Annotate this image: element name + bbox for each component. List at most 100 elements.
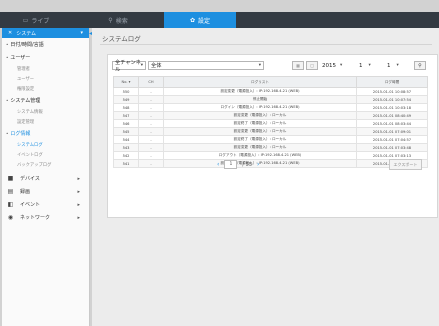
sidebar-item-event-log[interactable]: イベントログ (2, 150, 89, 160)
table-row[interactable]: 545 - 設定変更（電源投入）: ローカル 2015-01-01 07:09:… (113, 127, 428, 136)
search-icon: ⚲ (108, 16, 113, 24)
bullet-icon: • (6, 98, 9, 103)
cell-time: 2015-01-01 10:07:54 (356, 95, 428, 104)
sidebar-category-label: 録画 (20, 189, 31, 195)
camera-icon: ■ (7, 175, 14, 182)
cell-no: 542 (113, 151, 139, 160)
table-row[interactable]: 546 - 設定終了（電源投入）: ローカル 2015-01-01 08:03:… (113, 119, 428, 128)
sidebar-category-network[interactable]: ◉ ネットワーク ▸ (2, 211, 89, 224)
sidebar-category-label: イベント (20, 202, 41, 208)
sidebar-header-label: システム (16, 30, 37, 37)
cell-log: 設定変更（電源投入）: IP:192.168.4.21 (WEB) (163, 87, 357, 96)
search-icon: ⚲ (418, 62, 422, 69)
gear-icon: ✿ (189, 16, 195, 24)
page-number-input[interactable]: 1 (224, 160, 238, 169)
table-row[interactable]: 548 - ログイン（電源投入）: IP:192.168.4.21 (WEB) … (113, 103, 428, 112)
sidebar-category-label: ネットワーク (20, 215, 51, 221)
log-type-select[interactable]: 全体 ▾ (148, 61, 264, 70)
top-navigation: ▭ ライブ ⚲ 検索 ✿ 設定 (0, 12, 439, 28)
sidebar-category-event[interactable]: ◧ イベント ▸ (2, 198, 89, 211)
cell-ch: - (138, 151, 164, 160)
year-select[interactable]: 2015 ▾ (322, 61, 342, 70)
monitor-icon: ▭ (22, 16, 29, 24)
network-icon: ◉ (7, 214, 14, 221)
sidebar-section-label: 日付/時間/言語 (10, 42, 44, 48)
year-value: 2015 (322, 62, 336, 69)
wrench-icon: ✕ (8, 30, 13, 36)
sidebar-item-user[interactable]: ユーザー (2, 74, 89, 84)
chevron-left-icon[interactable]: ‹ (217, 161, 219, 168)
chevron-right-icon: ▸ (77, 188, 80, 195)
chevron-down-icon: ▾ (258, 63, 261, 68)
sidebar-item-system-info[interactable]: システム情報 (2, 107, 89, 117)
cell-ch: - (138, 111, 164, 120)
divider (100, 44, 432, 45)
tab-live-label: ライブ (31, 17, 50, 25)
chevron-right-icon: ▸ (77, 201, 80, 208)
table-row[interactable]: 550 - 設定変更（電源投入）: IP:192.168.4.21 (WEB) … (113, 87, 428, 96)
cell-ch: - (138, 95, 164, 104)
table-row[interactable]: 549 - 停止開始 2015-01-01 10:07:54 (113, 95, 428, 104)
chevron-right-icon: ▸ (77, 214, 80, 221)
col-header-no[interactable]: No. ▾ (113, 76, 139, 88)
sidebar-section-label: ログ情報 (10, 131, 31, 137)
col-header-ch: CH (138, 76, 164, 88)
table-row[interactable]: 543 - 設定変更（電源投入）: ローカル 2015-01-01 07:03:… (113, 143, 428, 152)
cell-log: ログアウト（電源投入）: IP:192.168.4.21 (WEB) (163, 151, 357, 160)
log-type-select-value: 全体 (151, 63, 162, 69)
log-table: No. ▾ CH ログリスト ログ時間 550 - 設定変更（電源投入）: IP… (113, 76, 428, 168)
sidebar-category-record[interactable]: ▤ 録画 ▸ (2, 185, 89, 198)
cell-ch: - (138, 119, 164, 128)
table-row[interactable]: 544 - 設定終了（電源投入）: ローカル 2015-01-01 07:04:… (113, 135, 428, 144)
cell-log: 設定変更（電源投入）: ローカル (163, 143, 357, 152)
col-header-log-list: ログリスト (163, 76, 357, 88)
sidebar-header-system[interactable]: ✕ システム ▾ (2, 28, 89, 38)
chevron-right-icon[interactable]: › (257, 161, 259, 168)
channel-select[interactable]: 全チャンネル ▾ (112, 60, 146, 73)
sidebar-section-label: ユーザー (10, 55, 31, 61)
cell-ch: - (138, 87, 164, 96)
grid-view-button[interactable]: ▦ (292, 61, 304, 70)
cell-log: 設定終了（電源投入）: ローカル (163, 135, 357, 144)
sidebar-item-config-manage[interactable]: 設定管理 (2, 117, 89, 127)
cell-log: 設定終了（電源投入）: ローカル (163, 119, 357, 128)
chevron-down-icon: ▾ (140, 63, 143, 68)
sidebar-section-user[interactable]: • ユーザー (2, 51, 89, 64)
cell-ch: - (138, 159, 164, 168)
cell-ch: - (138, 103, 164, 112)
chevron-down-icon: ▾ (80, 30, 83, 36)
sidebar-section-log[interactable]: • ログ情報 (2, 127, 89, 140)
cell-log: 設定変更（電源投入）: ローカル (163, 127, 357, 136)
table-row[interactable]: 542 - ログアウト（電源投入）: IP:192.168.4.21 (WEB)… (113, 151, 428, 160)
sidebar-section-datetime[interactable]: • 日付/時間/言語 (2, 38, 89, 51)
tab-settings[interactable]: ✿ 設定 (164, 12, 236, 28)
main-content: ◂ システムログ 全チャンネル ▾ 全体 ▾ ▦ ▢ 2015 ▾ 1 ▾ 1 … (89, 28, 439, 326)
sidebar-category-device[interactable]: ■ デバイス ▸ (2, 172, 89, 185)
sidebar-item-backup-log[interactable]: バックアップログ (2, 160, 89, 170)
cell-time: 2015-01-01 07:09:01 (356, 127, 428, 136)
collapse-sidebar-icon[interactable]: ◂ (89, 30, 92, 37)
table-row[interactable]: 541 - 設定変更（電源投入）: IP:192.168.4.21 (WEB) … (113, 159, 428, 168)
sidebar-item-permission[interactable]: 権限設定 (2, 84, 89, 94)
export-button[interactable]: エクスポート (389, 159, 422, 170)
sidebar-item-system-log[interactable]: システムログ (2, 140, 89, 150)
month-select[interactable]: 1 ▾ (359, 61, 371, 70)
tab-search[interactable]: ⚲ 検索 (72, 12, 164, 28)
cell-no: 549 (113, 95, 139, 104)
search-button[interactable]: ⚲ (414, 61, 426, 70)
cell-log: ログイン（電源投入）: IP:192.168.4.21 (WEB) (163, 103, 357, 112)
cell-no: 546 (113, 119, 139, 128)
cell-ch: - (138, 143, 164, 152)
day-select[interactable]: 1 ▾ (387, 61, 399, 70)
bullet-icon: • (6, 42, 9, 47)
table-row[interactable]: 547 - 設定変更（電源投入）: ローカル 2015-01-01 08:40:… (113, 111, 428, 120)
grid-icon: ▦ (296, 63, 300, 68)
chevron-down-icon: ▾ (396, 63, 399, 68)
tab-live[interactable]: ▭ ライブ (0, 12, 72, 28)
sidebar-item-admin[interactable]: 管理者 (2, 64, 89, 74)
calendar-icon: ▢ (310, 63, 314, 68)
bullet-icon: • (6, 131, 9, 136)
cell-log: 設定変更（電源投入）: IP:192.168.4.21 (WEB) (163, 159, 357, 168)
calendar-button[interactable]: ▢ (306, 61, 318, 70)
sidebar-section-system-admin[interactable]: • システム管理 (2, 94, 89, 107)
